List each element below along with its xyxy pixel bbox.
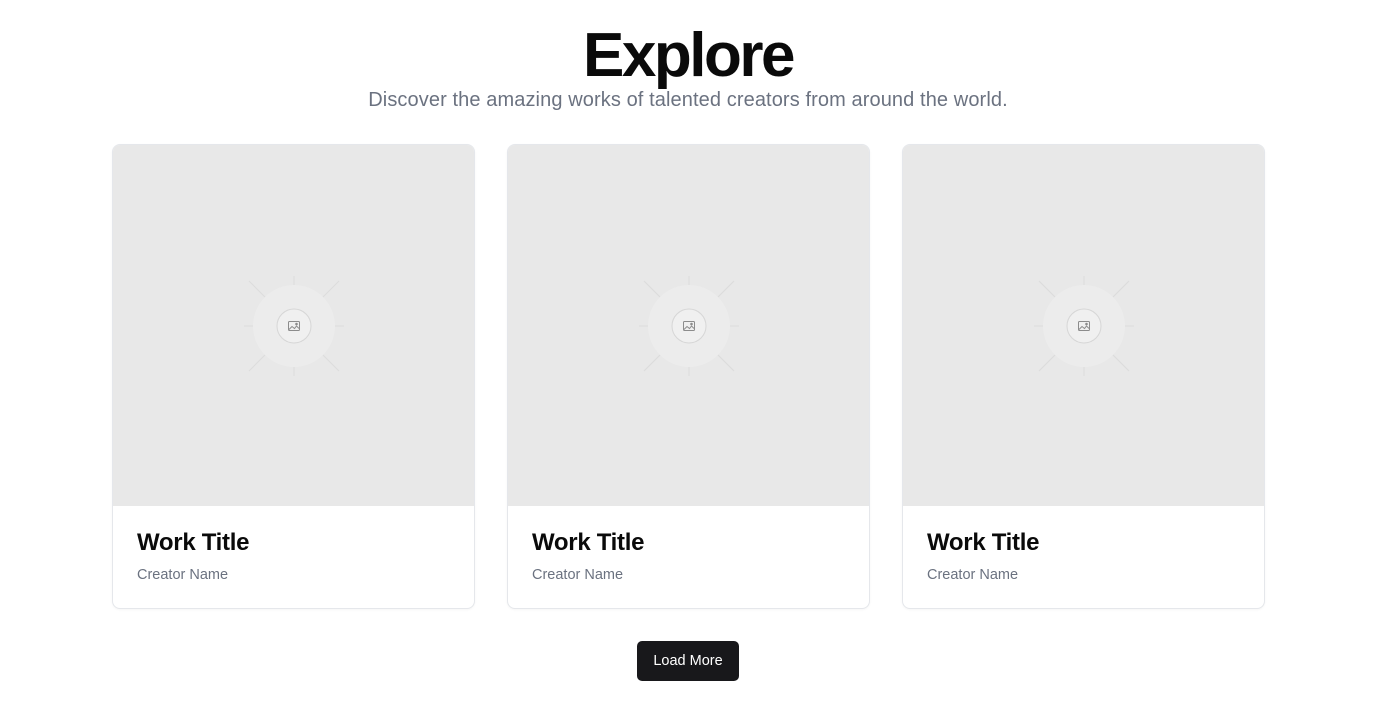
work-title[interactable]: Work Title [927,528,1240,558]
work-card-body: Work Title Creator Name [903,506,1264,584]
work-thumbnail[interactable] [113,145,474,506]
page-subtitle: Discover the amazing works of talented c… [368,89,1008,111]
creator-name[interactable]: Creator Name [532,566,845,584]
work-card[interactable]: Work Title Creator Name [902,144,1265,609]
load-more-container: Load More [0,641,1376,681]
image-placeholder-icon [243,275,344,376]
creator-name[interactable]: Creator Name [927,566,1240,584]
work-card-body: Work Title Creator Name [508,506,869,584]
image-placeholder-icon [638,275,739,376]
works-grid: Work Title Creator Name Work Title Creat… [112,144,1265,609]
work-thumbnail[interactable] [903,145,1264,506]
page-title: Explore [583,21,795,90]
work-card[interactable]: Work Title Creator Name [112,144,475,609]
work-card[interactable]: Work Title Creator Name [507,144,870,609]
work-card-body: Work Title Creator Name [113,506,474,584]
work-title[interactable]: Work Title [532,528,845,558]
page-header: Explore Discover the amazing works of ta… [0,0,1376,112]
load-more-button[interactable]: Load More [637,641,739,681]
image-placeholder-icon [1033,275,1134,376]
creator-name[interactable]: Creator Name [137,566,450,584]
work-title[interactable]: Work Title [137,528,450,558]
explore-page: Explore Discover the amazing works of ta… [0,0,1376,705]
work-thumbnail[interactable] [508,145,869,506]
